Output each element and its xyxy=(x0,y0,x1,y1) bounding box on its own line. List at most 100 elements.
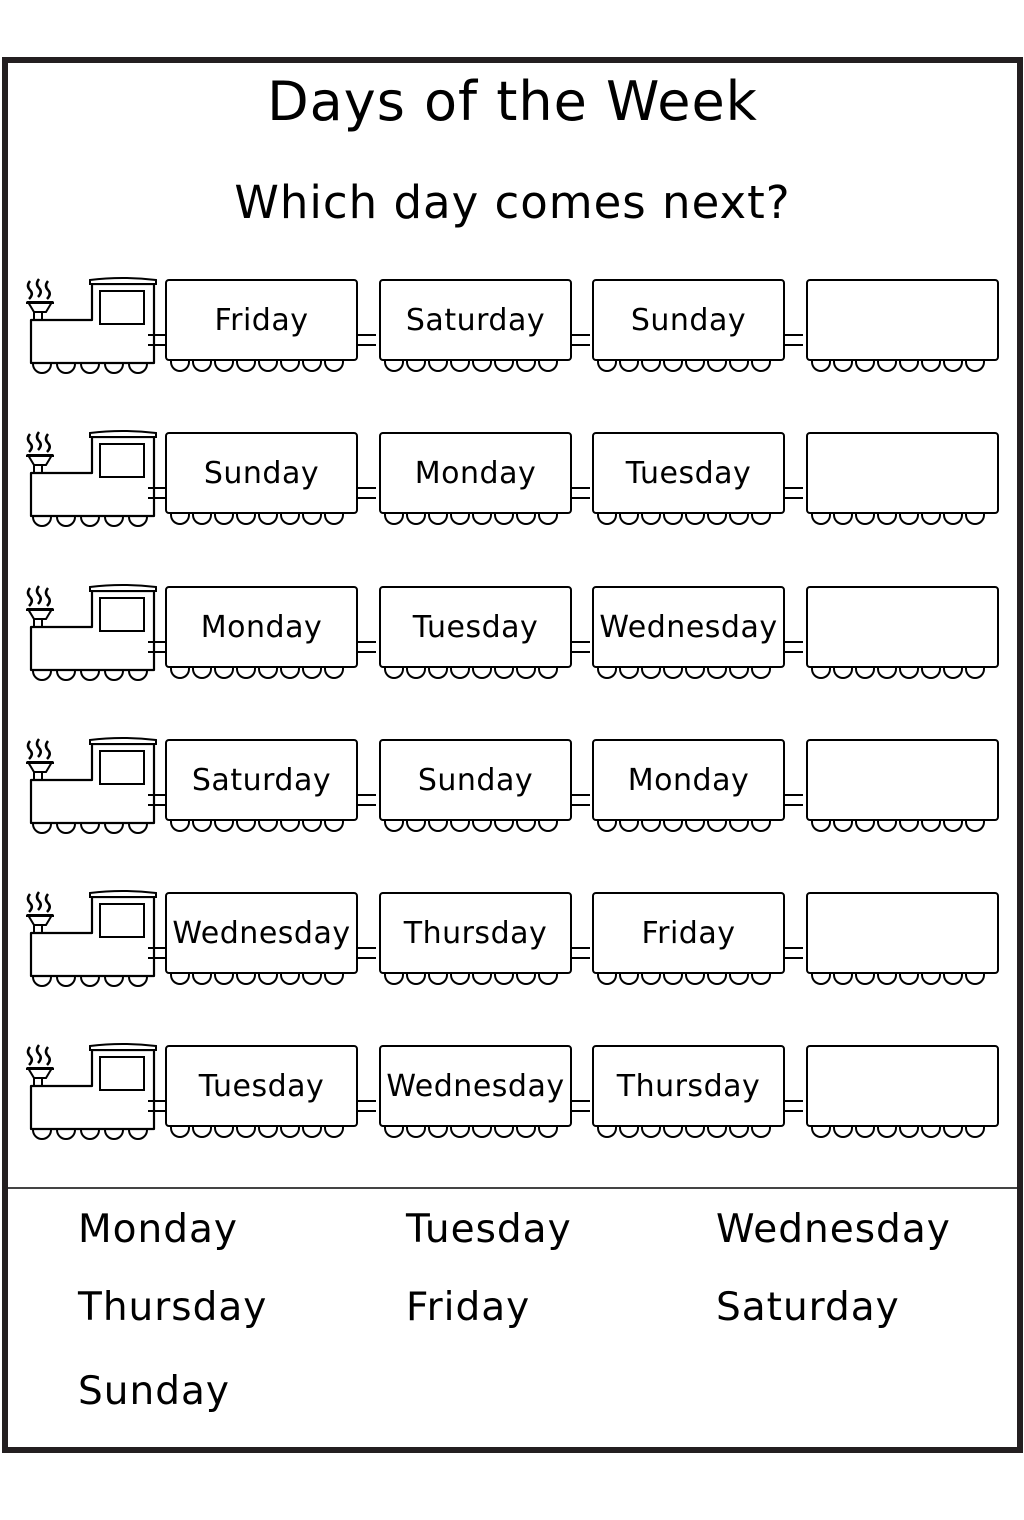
worksheet: Days of the Week Which day comes next? F… xyxy=(2,57,1023,1453)
wheel-icon xyxy=(472,514,492,525)
wheel-icon xyxy=(406,1127,426,1138)
train-car: Tuesday xyxy=(165,1045,358,1127)
wheel-icon xyxy=(877,1127,897,1138)
wheel-icon xyxy=(729,1127,749,1138)
coupler xyxy=(358,1100,376,1112)
train-car: Wednesday xyxy=(592,586,785,668)
wheel-icon xyxy=(943,514,963,525)
wheel-icon xyxy=(516,1127,536,1138)
coupler xyxy=(148,487,166,499)
wheel-icon xyxy=(921,974,941,985)
car-day-label: Tuesday xyxy=(625,455,752,491)
wheel-icon xyxy=(472,974,492,985)
wheel-icon xyxy=(751,668,771,679)
wheel-icon xyxy=(641,1127,661,1138)
wheel-icon xyxy=(192,668,212,679)
car-day-label: Wednesday xyxy=(599,609,778,645)
wheel-icon xyxy=(877,821,897,832)
wheel-icon xyxy=(406,668,426,679)
word-bank-item: Thursday xyxy=(78,1285,268,1330)
wheel-icon xyxy=(516,668,536,679)
coupler xyxy=(148,1100,166,1112)
train-car: Tuesday xyxy=(379,586,572,668)
train-car: Wednesday xyxy=(165,892,358,974)
coupler xyxy=(572,1100,590,1112)
wheel-icon xyxy=(965,514,985,525)
steam-locomotive-icon xyxy=(26,890,157,987)
answer-car-blank[interactable] xyxy=(806,1045,999,1127)
wheel-icon xyxy=(494,514,514,525)
wheel-icon xyxy=(170,974,190,985)
coupler xyxy=(785,334,803,346)
coupler xyxy=(785,1100,803,1112)
wheel-icon xyxy=(729,821,749,832)
coupler xyxy=(572,487,590,499)
wheel-icon xyxy=(943,974,963,985)
answer-car-blank[interactable] xyxy=(806,279,999,361)
wheel-icon xyxy=(899,668,919,679)
wheel-icon xyxy=(516,514,536,525)
answer-car-blank[interactable] xyxy=(806,892,999,974)
wheel-icon xyxy=(302,361,322,372)
wheel-icon xyxy=(450,821,470,832)
wheel-icon xyxy=(811,514,831,525)
wheel-icon xyxy=(619,668,639,679)
wheel-icon xyxy=(619,514,639,525)
car-day-label: Sunday xyxy=(630,302,747,338)
car-day-label: Wednesday xyxy=(172,915,351,951)
coupler xyxy=(148,794,166,806)
car-day-label: Friday xyxy=(641,915,736,951)
wheel-icon xyxy=(811,1127,831,1138)
wheel-icon xyxy=(641,361,661,372)
coupler xyxy=(785,794,803,806)
wheel-icon xyxy=(302,514,322,525)
wheel-icon xyxy=(494,668,514,679)
wheel-icon xyxy=(685,1127,705,1138)
wheel-icon xyxy=(280,974,300,985)
wheel-icon xyxy=(192,361,212,372)
word-bank-item: Friday xyxy=(406,1285,531,1330)
coupler xyxy=(358,641,376,653)
wheel-icon xyxy=(899,1127,919,1138)
wheel-icon xyxy=(192,821,212,832)
train-car: Monday xyxy=(165,586,358,668)
wheel-set xyxy=(170,821,344,835)
car-day-label: Tuesday xyxy=(198,1068,325,1104)
car-day-label: Monday xyxy=(200,609,323,645)
wheel-icon xyxy=(384,514,404,525)
wheel-set xyxy=(170,1127,344,1141)
wheel-icon xyxy=(597,1127,617,1138)
wheel-icon xyxy=(663,514,683,525)
answer-car-blank[interactable] xyxy=(806,739,999,821)
answer-car-blank[interactable] xyxy=(806,432,999,514)
wheel-icon xyxy=(538,361,558,372)
wheel-icon xyxy=(707,514,727,525)
wheel-icon xyxy=(170,514,190,525)
wheel-set xyxy=(811,514,985,528)
train-car: Friday xyxy=(592,892,785,974)
train-row: Saturday Sunday Monday xyxy=(8,736,1017,846)
wheel-icon xyxy=(751,361,771,372)
wheel-icon xyxy=(921,668,941,679)
worksheet-subtitle: Which day comes next? xyxy=(234,176,791,229)
steam-locomotive-icon xyxy=(26,277,157,374)
wheel-icon xyxy=(170,821,190,832)
coupler xyxy=(148,947,166,959)
train-row: Friday Saturday Sunday xyxy=(8,276,1017,386)
wheel-icon xyxy=(450,668,470,679)
wheel-icon xyxy=(619,974,639,985)
coupler xyxy=(785,947,803,959)
wheel-set xyxy=(384,821,558,835)
answer-car-blank[interactable] xyxy=(806,586,999,668)
wheel-icon xyxy=(641,668,661,679)
wheel-icon xyxy=(811,361,831,372)
wheel-icon xyxy=(236,361,256,372)
wheel-icon xyxy=(428,514,448,525)
wheel-icon xyxy=(428,361,448,372)
train-car: Thursday xyxy=(379,892,572,974)
steam-locomotive-icon xyxy=(26,584,157,681)
train-car: Sunday xyxy=(165,432,358,514)
wheel-icon xyxy=(324,361,344,372)
wheel-icon xyxy=(877,974,897,985)
wheel-icon xyxy=(214,974,234,985)
